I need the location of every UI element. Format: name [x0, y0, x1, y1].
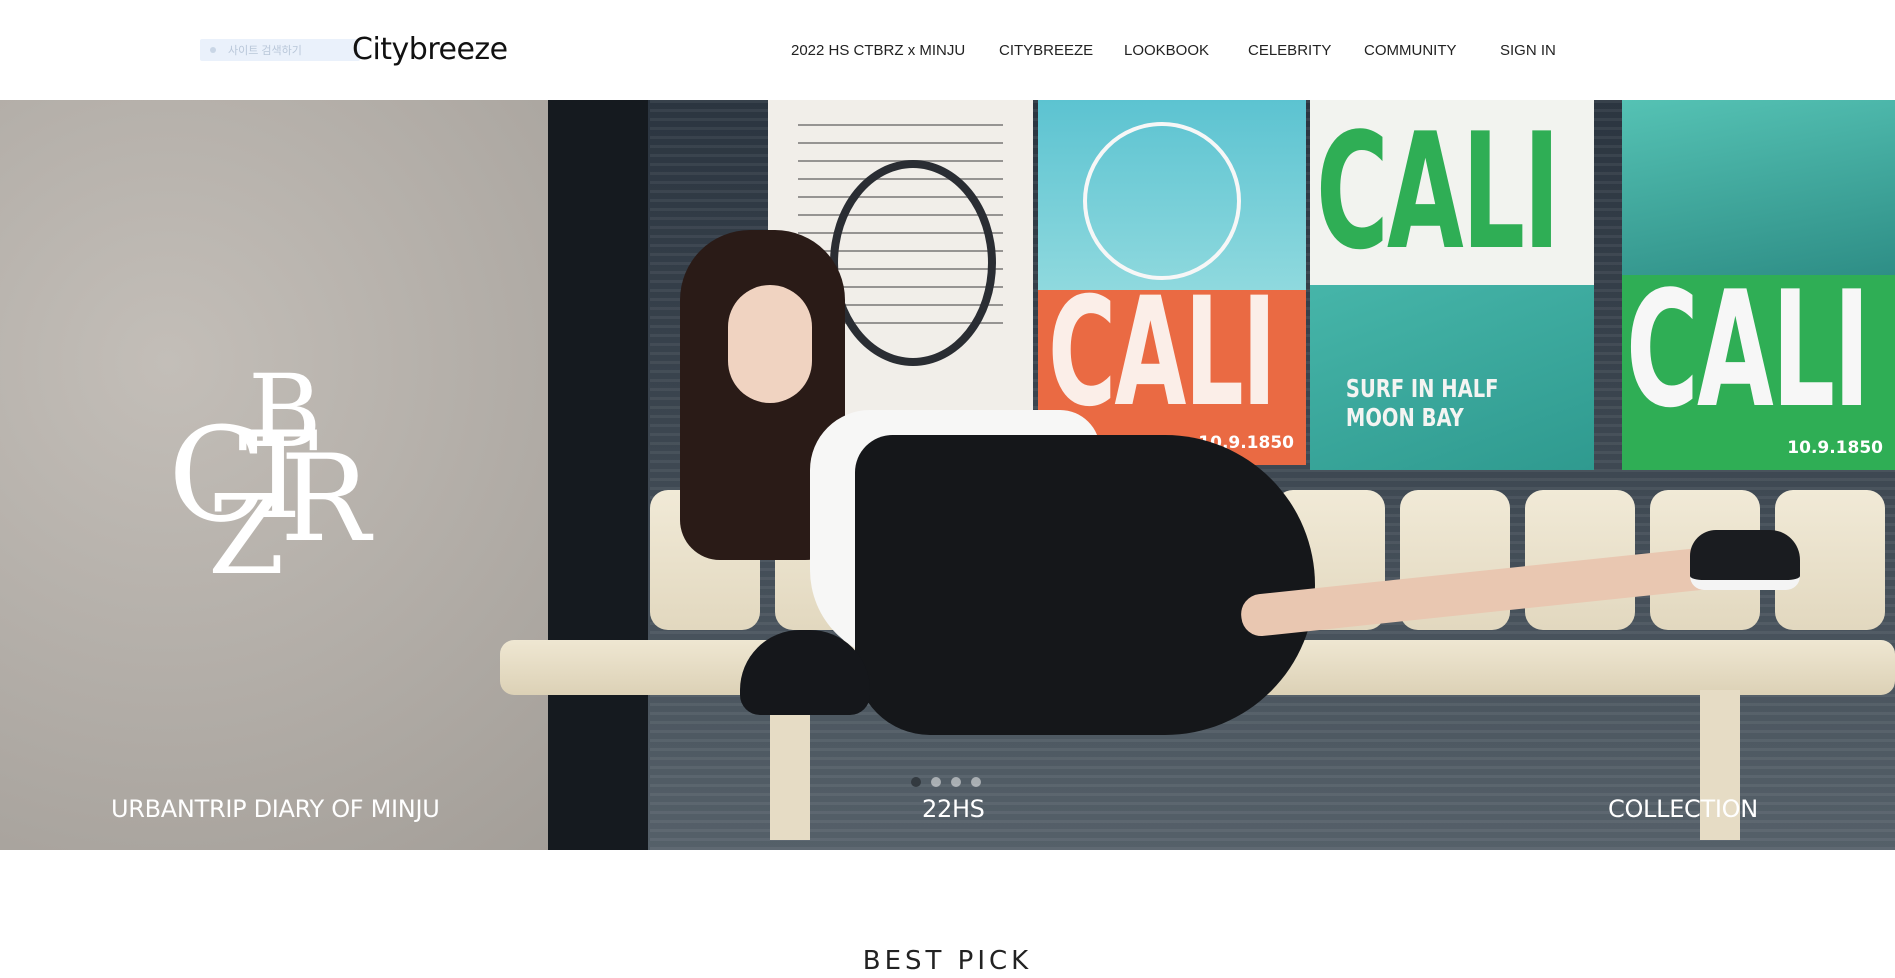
slider-pagination	[911, 777, 991, 787]
best-pick-title: BEST PICK	[862, 946, 1033, 976]
skip-to-search-link[interactable]: 사이트 검색하기	[200, 39, 360, 61]
hero-caption-left[interactable]: URBANTRIP DIARY OF MINJU	[111, 794, 440, 824]
nav-item-citybreeze[interactable]: CITYBREEZE	[999, 42, 1093, 59]
model-dress	[855, 435, 1315, 735]
model-face	[728, 285, 812, 403]
brand-monogram-logo: B C T R Z	[168, 362, 408, 602]
nav-item-lookbook[interactable]: LOOKBOOK	[1124, 42, 1209, 59]
site-logo[interactable]: Citybreeze	[352, 28, 508, 72]
hero-caption-right[interactable]: COLLECTION	[1608, 794, 1758, 824]
nav-item-sign-in[interactable]: SIGN IN	[1500, 42, 1556, 59]
skip-link-label: 사이트 검색하기	[228, 45, 302, 57]
nav-item-2022-hs-ctbrz-minju[interactable]: 2022 HS CTBRZ x MINJU	[791, 42, 965, 59]
slider-dot[interactable]	[931, 777, 941, 787]
slider-dot[interactable]	[911, 777, 921, 787]
monogram-letter: R	[280, 430, 371, 569]
monogram-letter: Z	[208, 471, 285, 599]
poster-sea-date: 10.9.1850	[1787, 438, 1883, 458]
site-header: 사이트 검색하기 Citybreeze 2022 HS CTBRZ x MINJ…	[0, 0, 1895, 100]
model-leg	[1239, 543, 1741, 639]
slider-dot[interactable]	[971, 777, 981, 787]
sneaker-icon	[1690, 530, 1800, 590]
hero-model	[680, 230, 1800, 750]
nav-item-celebrity[interactable]: CELEBRITY	[1248, 42, 1331, 59]
slider-dot[interactable]	[951, 777, 961, 787]
nav-item-community[interactable]: COMMUNITY	[1364, 42, 1457, 59]
hero-caption-center[interactable]: 22HS	[922, 794, 985, 824]
hero-window-frame	[548, 100, 648, 850]
hero-slider[interactable]: CALI 10.9.1850 CALI SURF IN HALF MOON BA…	[0, 100, 1895, 850]
search-icon	[210, 47, 216, 53]
